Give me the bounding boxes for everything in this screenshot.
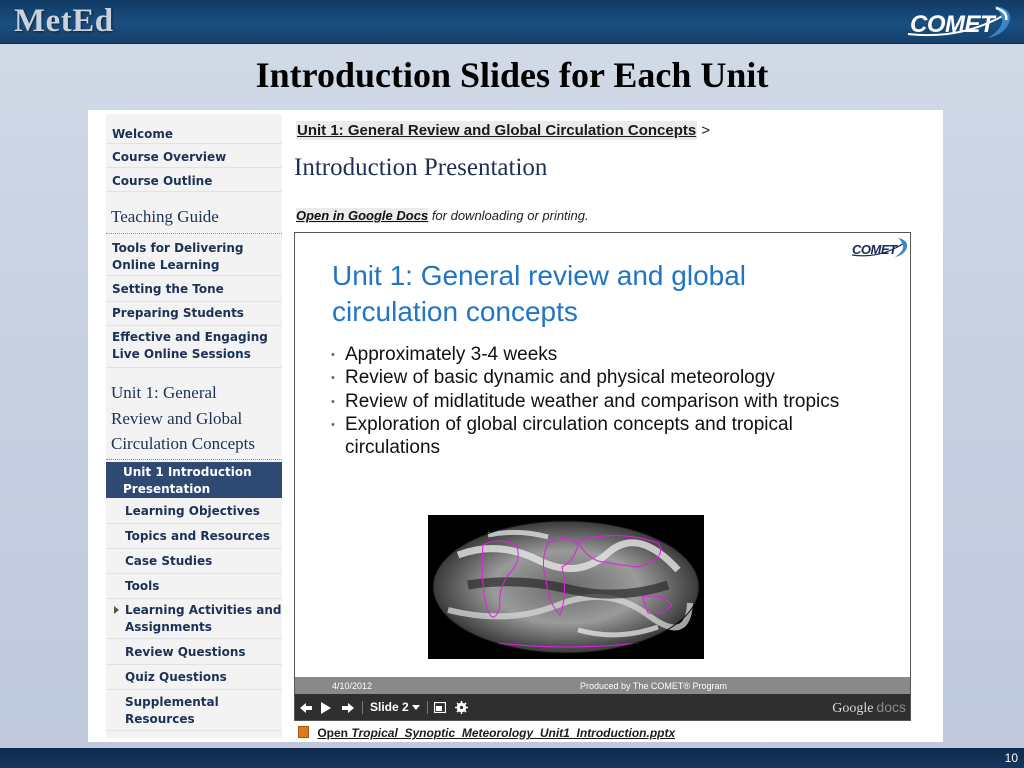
expand-arrow-icon[interactable] (114, 606, 119, 614)
file-link-prefix: Open (317, 726, 349, 740)
sidebar-item-live-sessions[interactable]: Effective and Engaging Live Online Sessi… (106, 326, 282, 368)
sidebar-heading-teaching-guide[interactable]: Teaching Guide (111, 204, 281, 230)
file-link-name: Tropical_Synoptic_Meteorology_Unit1_Intr… (351, 726, 676, 740)
comet-logo[interactable]: COMET (902, 4, 1016, 42)
sidebar-item-label: Topics and Resources (125, 529, 271, 543)
download-pptx-link[interactable]: Open Tropical_Synoptic_Meteorology_Unit1… (298, 726, 675, 740)
sidebar-item-label: Live Online Sessions (112, 347, 251, 361)
sidebar-item-label: Preparing Students (112, 306, 244, 320)
sidebar-heading-line: Review and Global (111, 408, 243, 428)
embedded-comet-text: COMET (852, 242, 897, 257)
open-in-google-docs-link[interactable]: Open in Google Docs (296, 208, 429, 223)
control-divider (362, 701, 363, 714)
breadcrumb: Unit 1: General Review and Global Circul… (296, 121, 711, 140)
sidebar-item-tools-delivering[interactable]: Tools for Delivering Online Learning (106, 236, 282, 276)
play-icon[interactable] (320, 702, 332, 714)
pptx-file-icon (298, 726, 309, 738)
sidebar-divider (106, 233, 282, 234)
bullet-item: Approximately 3-4 weeks (331, 343, 871, 368)
bullet-item: Review of midlatitude weather and compar… (331, 390, 871, 415)
sidebar-item-course-overview[interactable]: Course Overview (106, 144, 282, 168)
slide-footer-producer: Produced by The COMET® Program (580, 681, 728, 691)
sidebar-item-label: Unit 1 Introduction (123, 465, 252, 479)
sidebar-item-label: Assignments (125, 620, 212, 634)
slide-footer-date: 4/10/2012 (332, 681, 373, 691)
sidebar-item-label: Resources (125, 712, 195, 726)
sidebar-item-label: Learning Activities and (125, 603, 282, 617)
header-bar: MetEd COMET (0, 0, 1024, 44)
control-divider (427, 701, 428, 714)
next-slide-icon[interactable] (341, 702, 355, 714)
sidebar-divider (106, 459, 282, 460)
docs-wordmark: docs (876, 699, 906, 715)
sidebar-item-quiz-questions[interactable]: Quiz Questions (106, 666, 282, 690)
open-docs-line: Open in Google Docs for downloading or p… (296, 208, 589, 223)
sidebar-item-preparing-students[interactable]: Preparing Students (106, 302, 282, 326)
presentation-controls: Slide 2 Google docs (295, 694, 910, 720)
sidebar-item-tools[interactable]: Tools (106, 575, 282, 599)
sidebar-item-label: Presentation (123, 482, 211, 496)
sidebar-item-label: Welcome (112, 127, 174, 141)
meted-logo[interactable]: MetEd (14, 3, 114, 40)
sidebar-item-label: Quiz Questions (125, 670, 227, 684)
embedded-slide-footer: 4/10/2012 Produced by The COMET® Program (295, 677, 910, 694)
bullet-item: Review of basic dynamic and physical met… (331, 366, 871, 391)
sidebar-item-label: Setting the Tone (112, 282, 224, 296)
gear-icon[interactable] (455, 701, 468, 714)
slide-selector[interactable]: Slide 2 (370, 700, 421, 714)
sidebar-item-supplemental-resources[interactable]: Supplemental Resources (106, 691, 282, 731)
sidebar-heading-line: Circulation Concepts (111, 434, 256, 453)
breadcrumb-separator: > (701, 122, 711, 139)
dropdown-caret-icon (412, 705, 421, 710)
embedded-slide-title: Unit 1: General review and global circul… (332, 260, 747, 327)
footer-bar: 10 (0, 748, 1024, 768)
sidebar-item-label: Tools (125, 579, 160, 593)
sidebar-item-label: Effective and Engaging (112, 330, 268, 344)
open-docs-description: for downloading or printing. (431, 208, 589, 223)
sidebar-nav: Welcome Course Overview Course Outline T… (106, 114, 282, 738)
sidebar-item-label: Online Learning (112, 258, 220, 272)
sidebar-item-welcome[interactable]: Welcome (106, 120, 282, 144)
sidebar-item-unit-1-introduction-active[interactable]: Unit 1 Introduction Presentation (106, 462, 282, 498)
sidebar-item-label: Tools for Delivering (112, 241, 244, 255)
embedded-comet-logo: COMET (848, 237, 910, 259)
sidebar-item-label: Learning Objectives (125, 504, 260, 518)
breadcrumb-unit-1-link[interactable]: Unit 1: General Review and Global Circul… (296, 121, 698, 140)
global-water-vapor-image (428, 515, 704, 659)
screenshot-panel: Welcome Course Overview Course Outline T… (88, 110, 943, 742)
sidebar-item-setting-tone[interactable]: Setting the Tone (106, 278, 282, 302)
embedded-presentation[interactable]: COMET Unit 1: General review and global … (294, 232, 911, 721)
sidebar-item-case-studies[interactable]: Case Studies (106, 550, 282, 574)
sidebar-item-label: Case Studies (125, 554, 213, 568)
sidebar-heading-unit-1[interactable]: Unit 1: General Review and Global Circul… (111, 380, 281, 457)
page-number: 10 (1004, 751, 1018, 765)
slide-selector-label: Slide 2 (370, 700, 409, 714)
google-wordmark: Google (832, 701, 874, 716)
bullet-item: Exploration of global circulation concep… (331, 413, 871, 460)
sidebar-item-label: Review Questions (125, 645, 246, 659)
popout-icon[interactable] (434, 702, 446, 713)
comet-logo-text: COMET (910, 11, 995, 38)
sidebar-item-learning-activities[interactable]: Learning Activities and Assignments (106, 599, 282, 639)
prev-slide-icon[interactable] (299, 702, 313, 714)
embedded-bullet-list: Approximately 3-4 weeks Review of basic … (331, 343, 871, 459)
sidebar-item-label: Course Overview (112, 150, 227, 164)
sidebar-heading-line: Unit 1: General (111, 383, 217, 402)
sidebar-item-topics-resources[interactable]: Topics and Resources (106, 525, 282, 549)
sidebar-item-course-outline[interactable]: Course Outline (106, 168, 282, 192)
slide-title: Introduction Slides for Each Unit (255, 55, 769, 95)
page-heading: Introduction Presentation (294, 154, 548, 181)
sidebar-item-review-questions[interactable]: Review Questions (106, 641, 282, 665)
google-docs-brand: Google docs (832, 699, 906, 717)
sidebar-item-label: Course Outline (112, 174, 213, 188)
sidebar-item-label: Supplemental (125, 695, 219, 709)
pptx-file-link-text: Open Tropical_Synoptic_Meteorology_Unit1… (317, 726, 675, 740)
sidebar-item-learning-objectives[interactable]: Learning Objectives (106, 500, 282, 524)
